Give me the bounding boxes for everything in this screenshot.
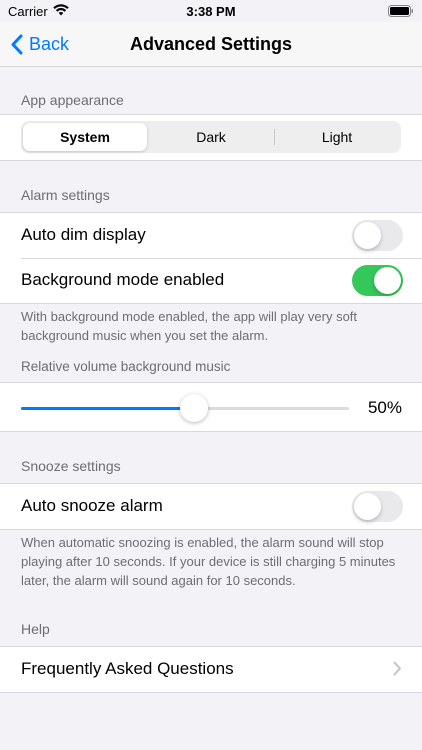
background-mode-row: Background mode enabled: [0, 258, 422, 303]
auto-snooze-row: Auto snooze alarm: [0, 484, 422, 529]
background-mode-label: Background mode enabled: [21, 270, 225, 289]
toggle-knob: [354, 222, 381, 249]
segment-light[interactable]: Light: [275, 123, 399, 151]
navigation-bar: Back Advanced Settings: [0, 22, 422, 67]
toggle-knob: [374, 267, 401, 294]
app-appearance-header: App appearance: [21, 92, 124, 108]
volume-slider-fill: [21, 407, 185, 410]
volume-header: Relative volume background music: [21, 359, 231, 374]
status-time: 3:38 PM: [186, 4, 236, 19]
auto-dim-label: Auto dim display: [21, 225, 146, 244]
auto-snooze-footer: When automatic snoozing is enabled, the …: [21, 535, 396, 588]
auto-snooze-label: Auto snooze alarm: [21, 496, 163, 515]
toggle-knob: [354, 493, 381, 520]
battery-icon: [388, 5, 414, 20]
faq-row[interactable]: Frequently Asked Questions: [0, 647, 422, 692]
status-bar: Carrier 3:38 PM: [0, 0, 422, 22]
auto-snooze-toggle[interactable]: [352, 491, 403, 522]
appearance-segmented-control: System Dark Light: [21, 121, 401, 153]
background-mode-toggle[interactable]: [352, 265, 403, 296]
background-mode-footer: With background mode enabled, the app wi…: [21, 309, 358, 343]
volume-value: 50%: [367, 398, 402, 417]
alarm-settings-header: Alarm settings: [21, 187, 110, 203]
auto-dim-toggle[interactable]: [352, 220, 403, 251]
alarm-settings-group: Auto dim display Background mode enabled: [0, 212, 422, 304]
snooze-settings-header: Snooze settings: [21, 458, 121, 474]
help-group: Frequently Asked Questions: [0, 646, 422, 693]
snooze-settings-group: Auto snooze alarm: [0, 483, 422, 530]
segment-system[interactable]: System: [23, 123, 147, 151]
auto-dim-row: Auto dim display: [0, 213, 422, 258]
volume-slider-thumb[interactable]: [180, 394, 208, 422]
chevron-right-icon: [393, 661, 401, 676]
page-title: Advanced Settings: [129, 34, 293, 54]
help-header: Help: [21, 621, 50, 637]
faq-label: Frequently Asked Questions: [21, 659, 234, 678]
segment-dark[interactable]: Dark: [149, 123, 273, 151]
